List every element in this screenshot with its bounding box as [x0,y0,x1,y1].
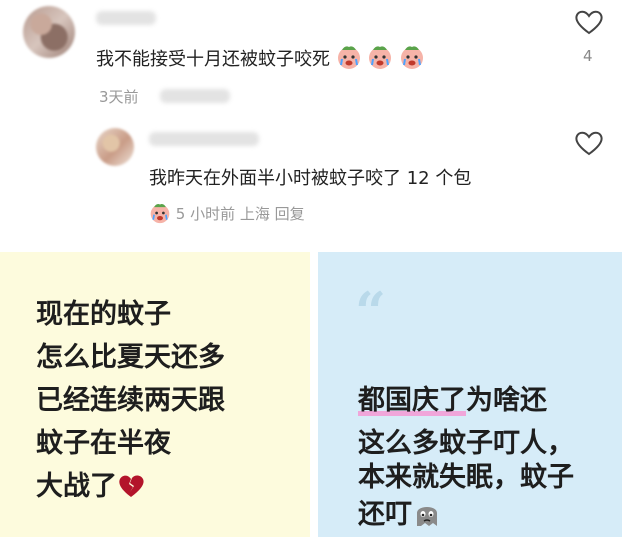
card-right-highlight: 都国庆了 [358,385,466,416]
card-left-line-5: 大战了 [36,464,145,503]
like-count: 4 [583,47,593,65]
reply-meta: 5 小时前 上海 回复 [149,202,305,224]
comment-body: 我不能接受十月还被蚊子咬死 [96,49,330,70]
card-right-line-3: 本来就失眠，蚊子 [358,462,574,493]
card-left-line-2: 怎么比夏天还多 [36,342,225,373]
card-left-line-4: 蚊子在半夜 [36,428,171,459]
sad-ghost-emoji [417,507,437,526]
card-left-line-1: 现在的蚊子 [36,299,171,330]
card-left-line-5-text: 大战了 [36,471,117,502]
avatar[interactable] [96,128,134,166]
crying-face-emoji [150,204,170,224]
quote-mark-icon: “ [355,280,387,344]
username-blurred[interactable] [149,132,259,146]
card-right-line-4: 还叮 [358,492,442,531]
card-right-line-1-rest: 为啥还 [466,385,547,416]
reply-location: 上海 [239,205,270,223]
username-blurred[interactable] [96,11,156,25]
broken-heart-emoji [119,475,144,497]
comment-time: 3天前 [99,88,139,106]
reply-time: 5 小时前 [175,205,236,223]
like-heart-icon[interactable] [574,8,604,36]
like-heart-icon[interactable] [574,129,604,157]
comment-text: 我不能接受十月还被蚊子咬死 [96,44,425,71]
avatar[interactable] [23,6,75,58]
reply-text: 我昨天在外面半小时被蚊子咬了 12 个包 [149,168,472,189]
crying-face-emoji [367,46,399,70]
crying-face-emoji [330,46,367,70]
card-right-line-4-text: 还叮 [358,499,412,530]
card-right-line-1: 都国庆了为啥还 [358,378,547,417]
comment-section: 我不能接受十月还被蚊子咬死 3天前 4 我昨天在外面半小时被蚊子咬了 12 个包… [0,0,622,250]
reply-button[interactable]: 回复 [275,205,305,223]
card-left-line-3: 已经连续两天跟 [36,385,225,416]
location-blurred [160,89,230,103]
crying-face-emoji [399,46,425,70]
